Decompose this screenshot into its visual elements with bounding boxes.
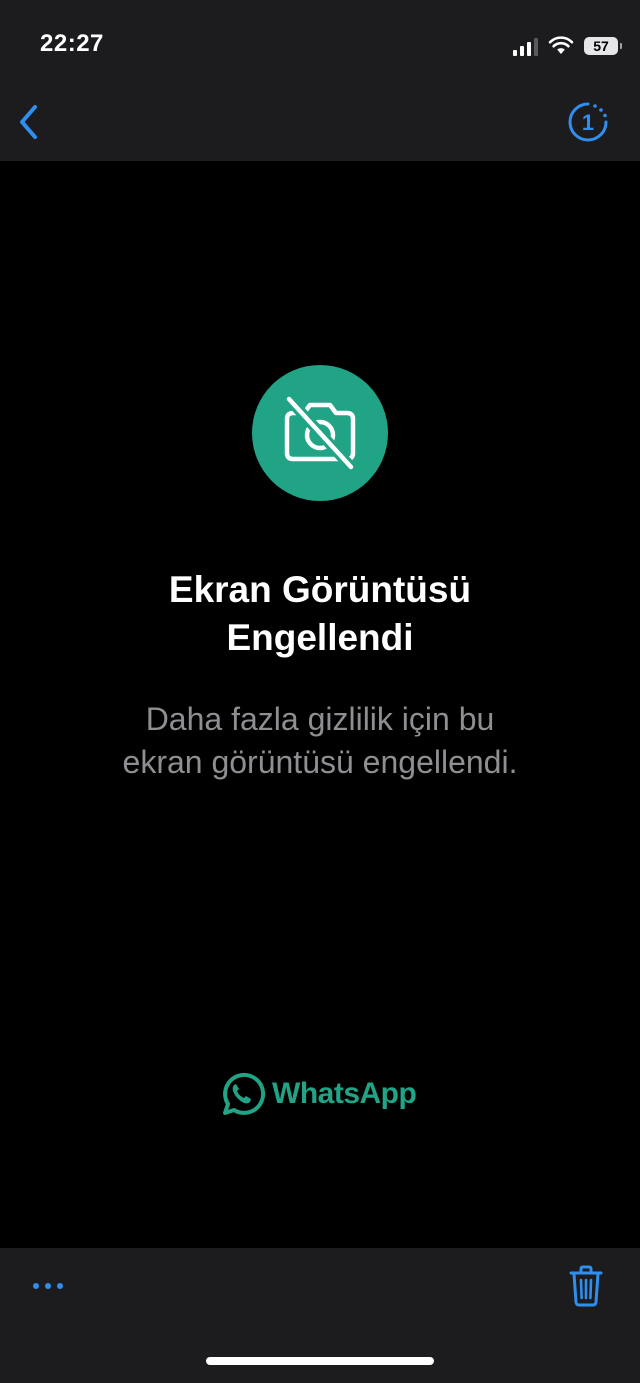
bottom-toolbar [0,1248,640,1383]
subtitle-line-1: Daha fazla gizlilik için bu [145,701,495,737]
ellipsis-icon [33,1283,39,1289]
delete-button[interactable] [568,1264,604,1308]
chevron-left-icon [20,105,37,139]
view-once-icon: 1 [568,102,608,142]
whatsapp-brand: WhatsApp [216,1069,417,1119]
page-subtitle: Daha fazla gizlilik için bu ekran görünt… [40,698,600,784]
view-once-count: 1 [582,110,594,135]
view-once-button[interactable]: 1 [566,100,610,144]
blocked-badge [252,365,388,501]
trash-icon [569,1265,603,1307]
title-line-2: Engellendi [226,617,414,658]
status-bar: 22:27 57 [0,0,640,95]
more-options-button[interactable] [26,1268,70,1304]
home-indicator[interactable] [206,1357,434,1365]
back-button[interactable] [10,100,46,144]
cellular-signal-icon [513,36,538,56]
brand-name: WhatsApp [272,1077,417,1110]
wifi-icon [548,36,574,54]
subtitle-line-2: ekran görüntüsü engellendi. [122,744,518,780]
blocked-screenshot-view: Ekran Görüntüsü Engellendi Daha fazla gi… [0,161,640,1248]
status-time: 22:27 [40,30,104,57]
whatsapp-logo-icon [223,1072,266,1115]
title-line-1: Ekran Görüntüsü [168,569,472,610]
camera-off-icon [283,393,357,473]
battery-icon: 57 [584,37,622,55]
battery-level: 57 [593,38,609,54]
navigation-bar: 1 [0,95,640,161]
page-title: Ekran Görüntüsü Engellendi [60,566,580,662]
status-icons: 57 [513,34,622,58]
